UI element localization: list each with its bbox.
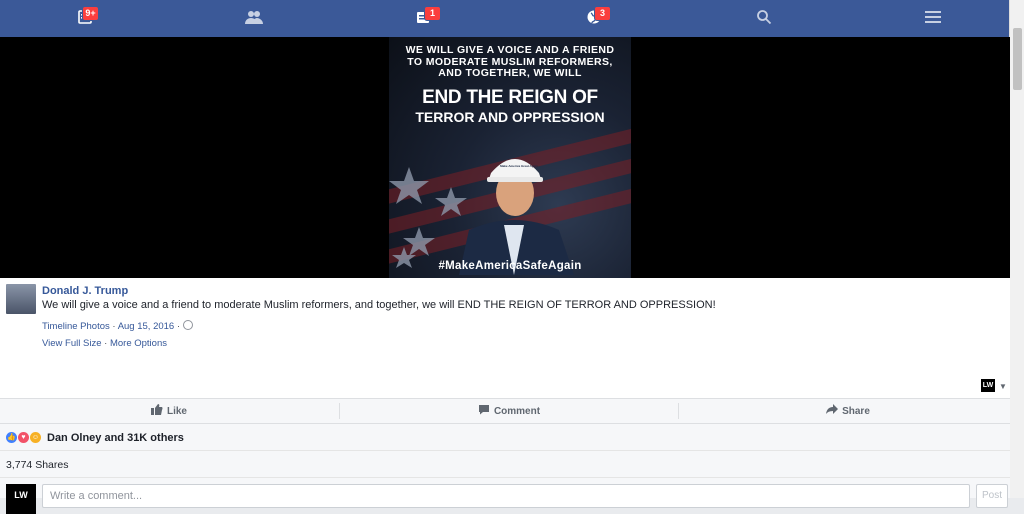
- like-reaction-icon: 👍: [6, 432, 17, 443]
- page-scrollbar[interactable]: [1009, 0, 1024, 498]
- chevron-down-icon[interactable]: ▼: [999, 382, 1007, 391]
- reactions-count-text[interactable]: Dan Olney and 31K others: [47, 432, 184, 444]
- photo-headline-secondary: TERROR AND OPPRESSION: [415, 109, 605, 125]
- like-label: Like: [166, 405, 187, 417]
- photo-links: View Full Size · More Options: [42, 338, 167, 349]
- photo-quote-text: We will give a voice and a friend to mod…: [405, 44, 615, 79]
- comment-composer: LW Post: [0, 478, 1010, 514]
- friends-nav-button[interactable]: [219, 0, 289, 37]
- post-caption: We will give a voice and a friend to mod…: [42, 299, 716, 311]
- love-reaction-icon: ♥: [18, 432, 29, 443]
- comment-input[interactable]: [42, 484, 970, 508]
- post-action-bar: Like Comment Share: [0, 398, 1010, 424]
- public-globe-icon[interactable]: [182, 320, 193, 330]
- comment-bubble-icon: [478, 404, 490, 418]
- share-button[interactable]: Share: [679, 399, 1017, 423]
- like-button[interactable]: Like: [0, 399, 338, 423]
- commenter-avatar: LW: [6, 484, 36, 514]
- menu-nav-button[interactable]: [898, 0, 968, 37]
- top-navigation-bar: 9+ 1 3: [0, 0, 1010, 37]
- scrollbar-thumb[interactable]: [1013, 28, 1022, 90]
- comment-label: Comment: [493, 405, 541, 417]
- hat-text: Make America Great Again: [500, 164, 538, 168]
- messages-nav-button[interactable]: 1: [389, 0, 459, 37]
- post-author-link[interactable]: Donald J. Trump: [42, 285, 128, 297]
- speaker-portrait: [459, 159, 574, 275]
- friends-icon: [244, 9, 264, 28]
- post-card: Donald J. Trump We will give a voice and…: [0, 278, 1010, 398]
- reaction-icons: 👍 ♥ ☺: [6, 432, 42, 443]
- hamburger-menu-icon: [925, 10, 941, 27]
- notifications-badge: 3: [594, 6, 611, 21]
- search-icon: [756, 9, 772, 28]
- album-link[interactable]: Timeline Photos: [42, 321, 110, 332]
- photo-headline: END THE REIGN OF: [422, 87, 598, 108]
- post-comment-button[interactable]: Post: [976, 484, 1008, 508]
- messages-badge: 1: [424, 6, 441, 21]
- view-full-size-link[interactable]: View Full Size: [42, 338, 102, 349]
- photo-viewer: We will give a voice and a friend to mod…: [0, 37, 1010, 278]
- home-nav-button[interactable]: 9+: [50, 0, 120, 37]
- notifications-nav-button[interactable]: 3: [559, 0, 629, 37]
- search-nav-button[interactable]: [729, 0, 799, 37]
- reactions-summary[interactable]: 👍 ♥ ☺ Dan Olney and 31K others: [0, 424, 1010, 451]
- shares-count[interactable]: 3,774 Shares: [6, 459, 68, 471]
- share-arrow-icon: [826, 404, 839, 418]
- post-date-link[interactable]: Aug 15, 2016: [118, 321, 175, 332]
- home-badge: 9+: [82, 6, 99, 21]
- photo-hashtag: #MakeAmericaSafeAgain: [438, 260, 582, 272]
- comment-button[interactable]: Comment: [340, 399, 678, 423]
- share-label: Share: [842, 405, 870, 417]
- more-options-link[interactable]: More Options: [110, 338, 167, 349]
- post-photo[interactable]: We will give a voice and a friend to mod…: [389, 37, 631, 278]
- author-avatar[interactable]: [6, 284, 36, 314]
- page-badge-icon[interactable]: LW: [981, 379, 995, 392]
- thumbs-up-icon: [150, 404, 163, 418]
- shares-row: 3,774 Shares: [0, 451, 1010, 478]
- meta-separator: ·: [176, 321, 183, 332]
- haha-reaction-icon: ☺: [30, 432, 41, 443]
- post-meta: Timeline Photos · Aug 15, 2016 ·: [42, 320, 193, 332]
